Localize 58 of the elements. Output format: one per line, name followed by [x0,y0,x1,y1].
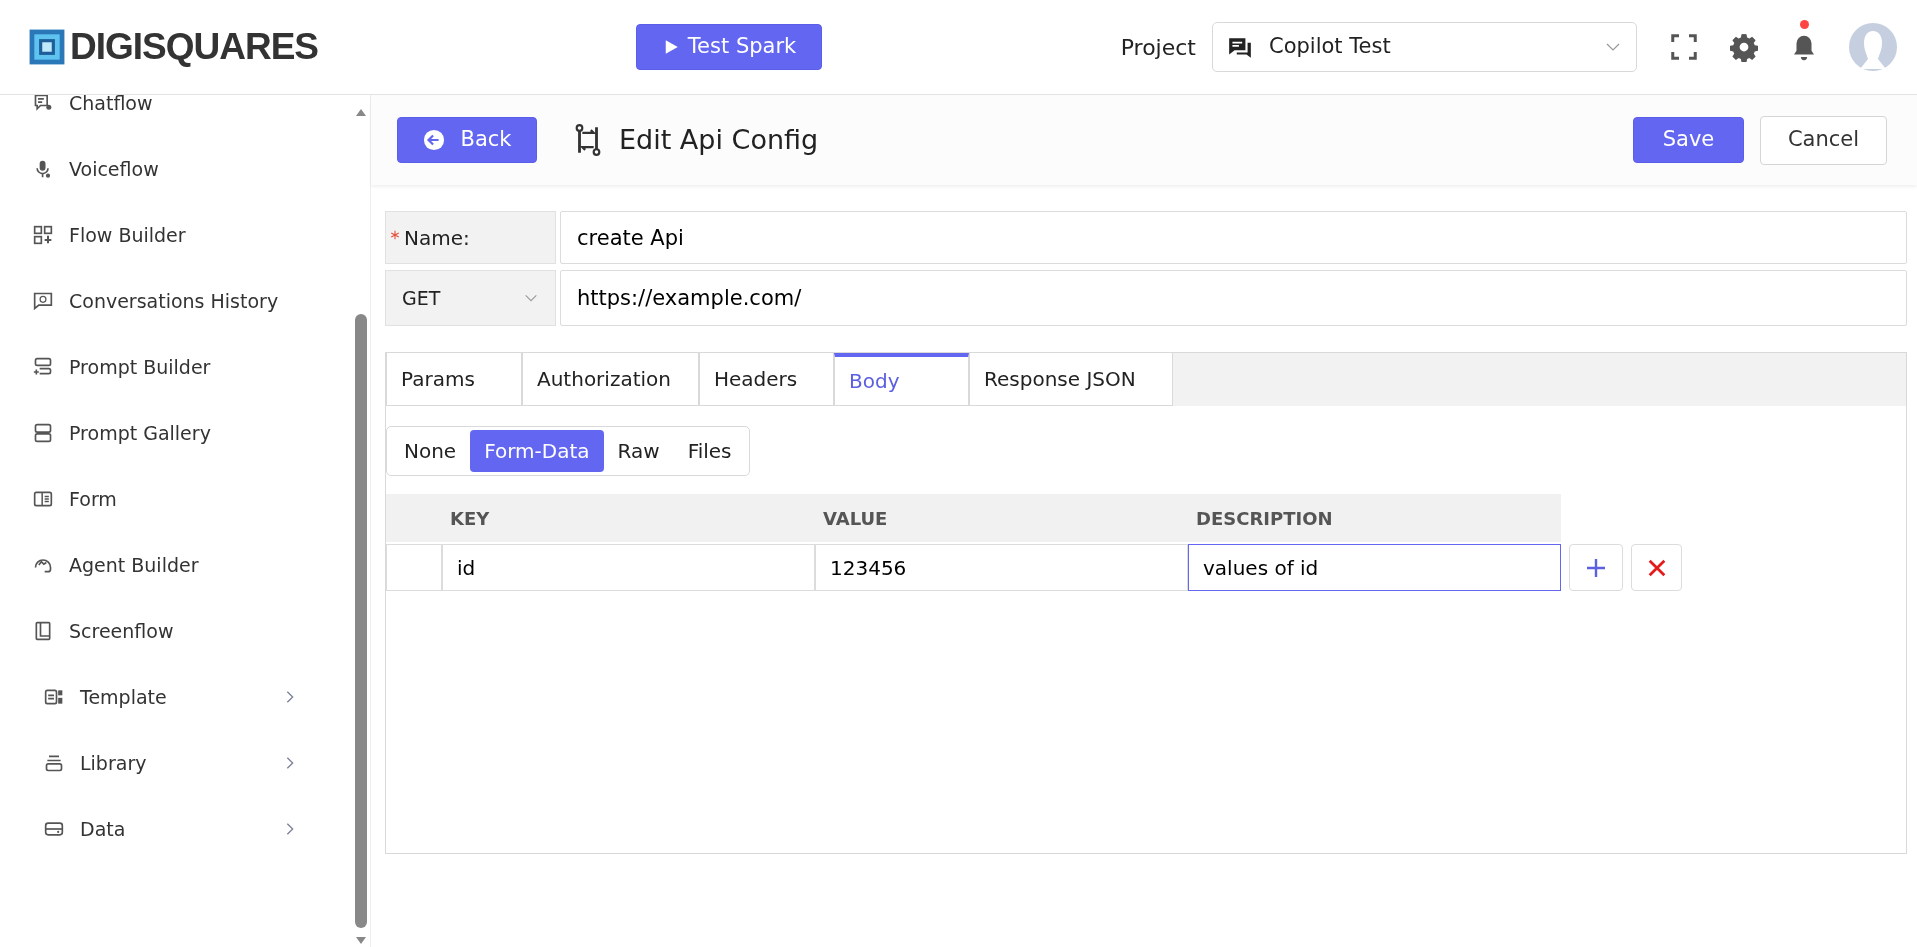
project-label: Project [1120,33,1196,62]
list-icon [33,357,53,377]
name-label: Name: [385,211,556,264]
table-cell-field[interactable]: 123456 [815,544,1188,591]
brand-name: DIGISQUARES [70,25,319,70]
save-button[interactable]: Save [1633,117,1744,163]
sidebar-item[interactable]: Conversations History [0,268,370,334]
test-spark-button[interactable]: Test Spark [636,24,823,70]
book-icon [33,621,53,641]
body-mode-option[interactable]: Raw [603,430,674,472]
chat-icon [33,95,53,113]
page-title: Edit Api Config [619,122,819,157]
tab[interactable]: Headers [699,353,834,406]
add-row-button[interactable] [1569,544,1623,591]
form-icon [33,489,53,509]
column-header: VALUE [815,494,1188,542]
cancel-button[interactable]: Cancel [1760,115,1887,165]
grid-icon [33,225,53,245]
microphone-icon [33,159,53,179]
sidebar-item[interactable]: Screenflow [0,598,370,664]
sidebar-item[interactable]: Template [0,664,370,730]
sidebar-item[interactable]: Form [0,466,370,532]
avatar-icon [1849,23,1897,71]
name-field[interactable]: create Api [560,211,1907,264]
sidebar-item[interactable]: Library [0,730,370,796]
body-mode-option[interactable]: Files [673,430,746,472]
table-header-cell [386,494,442,542]
sidebar-item[interactable]: Prompt Gallery [0,400,370,466]
sidebar-item[interactable]: Prompt Builder [0,334,370,400]
tab[interactable]: Authorization [522,353,699,406]
stack-icon [33,423,53,443]
tab[interactable]: Body [834,353,969,406]
column-header: KEY [442,494,815,542]
sidebar-item[interactable]: Data [0,796,370,862]
wallet-icon [44,819,64,839]
tab[interactable]: Params [386,353,522,406]
body-mode-option[interactable]: Form-Data [470,430,604,472]
body-mode-option[interactable]: None [390,430,471,472]
table-cell-field[interactable]: values of id [1188,544,1561,591]
stack-icon [44,753,64,773]
sidebar-item[interactable]: Flow Builder [0,202,370,268]
delete-row-button[interactable] [1631,544,1682,591]
method-select[interactable]: GET [385,270,556,326]
fullscreen-icon [1669,32,1699,62]
url-field[interactable]: https://example.com/ [560,270,1907,326]
sidebar-item[interactable]: Agent Builder [0,532,370,598]
settings-icon [1729,32,1759,62]
tab[interactable]: Response JSON [969,353,1173,406]
template-icon [44,687,64,707]
table-cell-field[interactable]: id [442,544,815,591]
arrow-left-icon [422,129,445,151]
sidebar-item[interactable]: Chatflow [0,95,370,136]
logo-icon [28,28,66,66]
chat-clock-icon [33,291,53,311]
project-select[interactable]: Copilot Test [1212,22,1637,72]
column-header: DESCRIPTION [1188,494,1561,542]
back-button[interactable]: Back [397,117,537,163]
sidebar-item[interactable]: Voiceflow [0,136,370,202]
